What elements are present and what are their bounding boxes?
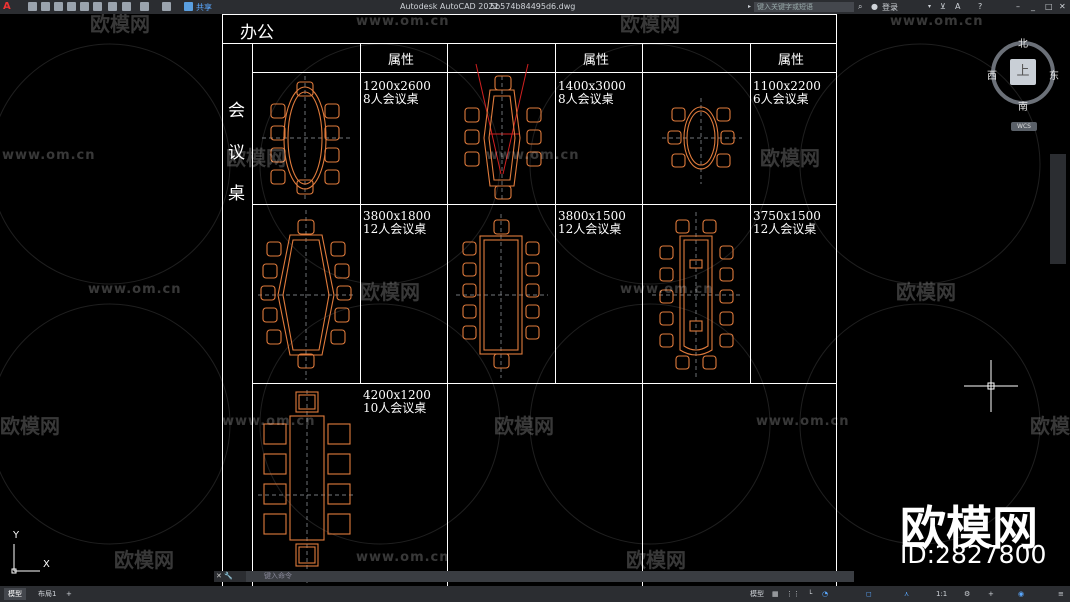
watermark-site: www.om.cn [356,550,450,565]
column-header: 属性 [778,53,805,68]
model-space-toggle[interactable]: 模型 [746,588,768,600]
grid-icon[interactable]: ▦ [768,588,783,600]
drawing-canvas[interactable]: 欧模网 www.om.cn 欧模网 www.om.cn www.om.cn 欧模… [0,14,1070,586]
compass-north[interactable]: 北 [1018,35,1028,50]
share-icon[interactable] [184,2,193,11]
status-bar: 模型 布局1 + 模型 ▦ ⋮⋮ └ ◔ ◻ ⋏ 1:1 ⚙ + ◉ ≡ [0,586,1070,602]
new-file-icon[interactable] [28,2,37,11]
redo-icon[interactable] [140,2,149,11]
watermark-brand: 欧模网 [90,14,150,36]
command-input[interactable]: 键入命令 [246,571,854,582]
polar-icon[interactable]: ◔ [818,588,832,600]
plot-icon[interactable] [108,2,117,11]
watermark-brand: 欧模网 [0,414,60,438]
item-desc: 12人会议桌 [363,222,427,236]
file-name: 5b574b84495d6.dwg [490,2,576,11]
item-desc: 10人会议桌 [363,401,427,415]
table-drawing-5 [456,214,548,378]
watermark-brand: 欧模网 [760,146,820,170]
watermark-site: www.om.cn [756,414,850,429]
search-icon[interactable]: ⌕ [858,2,862,12]
watermark-brand: 欧模网 [1030,414,1070,438]
item-desc: 8人会议桌 [558,92,614,106]
compass-east[interactable]: 东 [1049,67,1059,82]
category-label: 议 [228,143,245,163]
table-title: 办公 [240,23,274,43]
app-logo[interactable]: A [3,1,11,12]
search-chevron-icon[interactable]: ▸ [748,3,751,10]
user-icon[interactable]: ● [871,2,878,11]
isolate-icon[interactable]: ◉ [1014,588,1028,600]
watermark-site: www.om.cn [620,282,714,297]
crosshair-cursor [964,360,1018,412]
login-button[interactable]: 登录 [882,2,898,13]
tab-layout1[interactable]: 布局1 [34,588,60,600]
watermark-brand: 欧模网 [896,280,956,304]
table-drawing-1 [262,76,350,202]
item-desc: 12人会议桌 [753,222,817,236]
ortho-icon[interactable]: └ [804,588,816,600]
ucs-y-label: Y [13,530,20,541]
autodesk-app-icon[interactable]: A [955,2,960,11]
osnap-icon[interactable]: ◻ [862,588,876,600]
column-header: 属性 [583,53,610,68]
compass-west[interactable]: 西 [987,67,997,82]
watermark-brand: 欧模网 [494,414,554,438]
column-header: 属性 [388,53,415,68]
navigation-bar[interactable] [1050,154,1066,264]
watermark-brand: 欧模网 [626,548,686,572]
annotation-icon[interactable]: ⋏ [900,588,913,600]
title-bar: A 共享 Autodesk AutoCAD 2022 5b574b84495d6… [0,0,1070,14]
item-desc: 12人会议桌 [558,222,622,236]
minimize-ribbon-icon[interactable]: – [1016,2,1020,11]
category-label: 桌 [228,184,245,204]
customize-menu-icon[interactable]: ≡ [1054,588,1068,600]
save-icon[interactable] [54,2,63,11]
ucs-x-label: X [43,559,50,570]
watermark-id: ID:2827800 [900,540,1047,569]
watermark-site: www.om.cn [356,14,450,29]
maximize-icon[interactable]: □ [1045,2,1053,11]
search-input[interactable]: 键入关键字或短语 [754,2,854,12]
table-drawing-3 [662,98,742,184]
watermark-brand: 欧模网 [360,280,420,304]
table-drawing-2 [464,63,542,202]
open-file-icon[interactable] [41,2,50,11]
web-open-icon[interactable] [80,2,89,11]
command-controls[interactable]: ✕ 🔧 [214,571,248,582]
wcs-menu[interactable]: WCS [1011,122,1037,131]
table-drawing-4 [258,210,354,380]
watermark-brand: 欧模网 [114,548,174,572]
ucs-icon [11,544,40,574]
plus-icon[interactable]: + [984,588,998,600]
minimize-icon[interactable]: _ [1031,2,1035,11]
cart-icon[interactable]: ⊻ [940,2,946,11]
watermark-site: www.om.cn [88,282,182,297]
watermark-site: www.om.cn [890,14,984,29]
login-dropdown-icon[interactable]: ▾ [928,3,931,10]
workspace-icon[interactable] [162,2,171,11]
watermark-brand: 欧模网 [620,14,680,36]
help-icon[interactable]: ? [978,2,982,11]
annotation-scale[interactable]: 1:1 [932,588,951,600]
tab-model[interactable]: 模型 [4,588,26,600]
item-desc: 6人会议桌 [753,92,809,106]
watermark-site: www.om.cn [2,148,96,163]
undo-icon[interactable] [122,2,131,11]
app-title: Autodesk AutoCAD 2022 [400,2,499,11]
close-icon[interactable]: ✕ [1059,2,1066,11]
snap-icon[interactable]: ⋮⋮ [782,588,804,600]
watermark-site: www.om.cn [222,414,316,429]
save-as-icon[interactable] [67,2,76,11]
web-save-icon[interactable] [93,2,102,11]
settings-icon[interactable]: ⚙ [960,588,974,600]
item-desc: 8人会议桌 [363,92,419,106]
compass-south[interactable]: 南 [1018,98,1028,113]
category-label: 会 [228,101,245,121]
viewcube-top-face[interactable]: 上 [1010,59,1036,85]
add-layout-button[interactable]: + [62,588,76,600]
watermark-site: www.om.cn [486,148,580,163]
share-button[interactable]: 共享 [196,2,212,13]
